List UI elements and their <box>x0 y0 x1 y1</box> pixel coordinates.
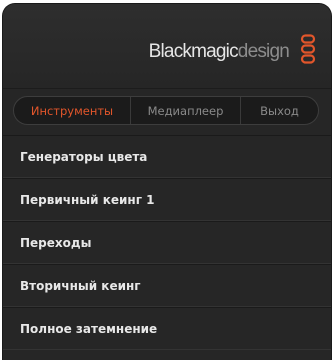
tab-output[interactable]: Выход <box>240 97 318 124</box>
blackmagic-logo-icon <box>300 34 316 64</box>
header-bar: Blackmagicdesign <box>3 4 331 89</box>
menu-item-fade-to-black[interactable]: Полное затемнение <box>3 307 331 350</box>
tab-media-player[interactable]: Медиаплеер <box>130 97 240 124</box>
tab-tools[interactable]: Инструменты <box>14 97 130 124</box>
tab-bar: Инструменты Медиаплеер Выход <box>13 96 319 125</box>
menu-item-transitions[interactable]: Переходы <box>3 221 331 264</box>
brand-name-bold: Blackmagic <box>148 41 239 62</box>
menu-item-upstream-key-1[interactable]: Первичный кеинг 1 <box>3 178 331 221</box>
brand-wordmark: Blackmagicdesign <box>148 41 290 63</box>
control-panel: Blackmagicdesign Инструменты Медиаплеер … <box>3 4 331 360</box>
menu-item-downstream-key[interactable]: Вторичный кеинг <box>3 264 331 307</box>
brand-name-light: design <box>237 41 290 62</box>
tools-menu: Генераторы цвета Первичный кеинг 1 Перех… <box>3 135 331 350</box>
menu-item-color-generators[interactable]: Генераторы цвета <box>3 135 331 178</box>
